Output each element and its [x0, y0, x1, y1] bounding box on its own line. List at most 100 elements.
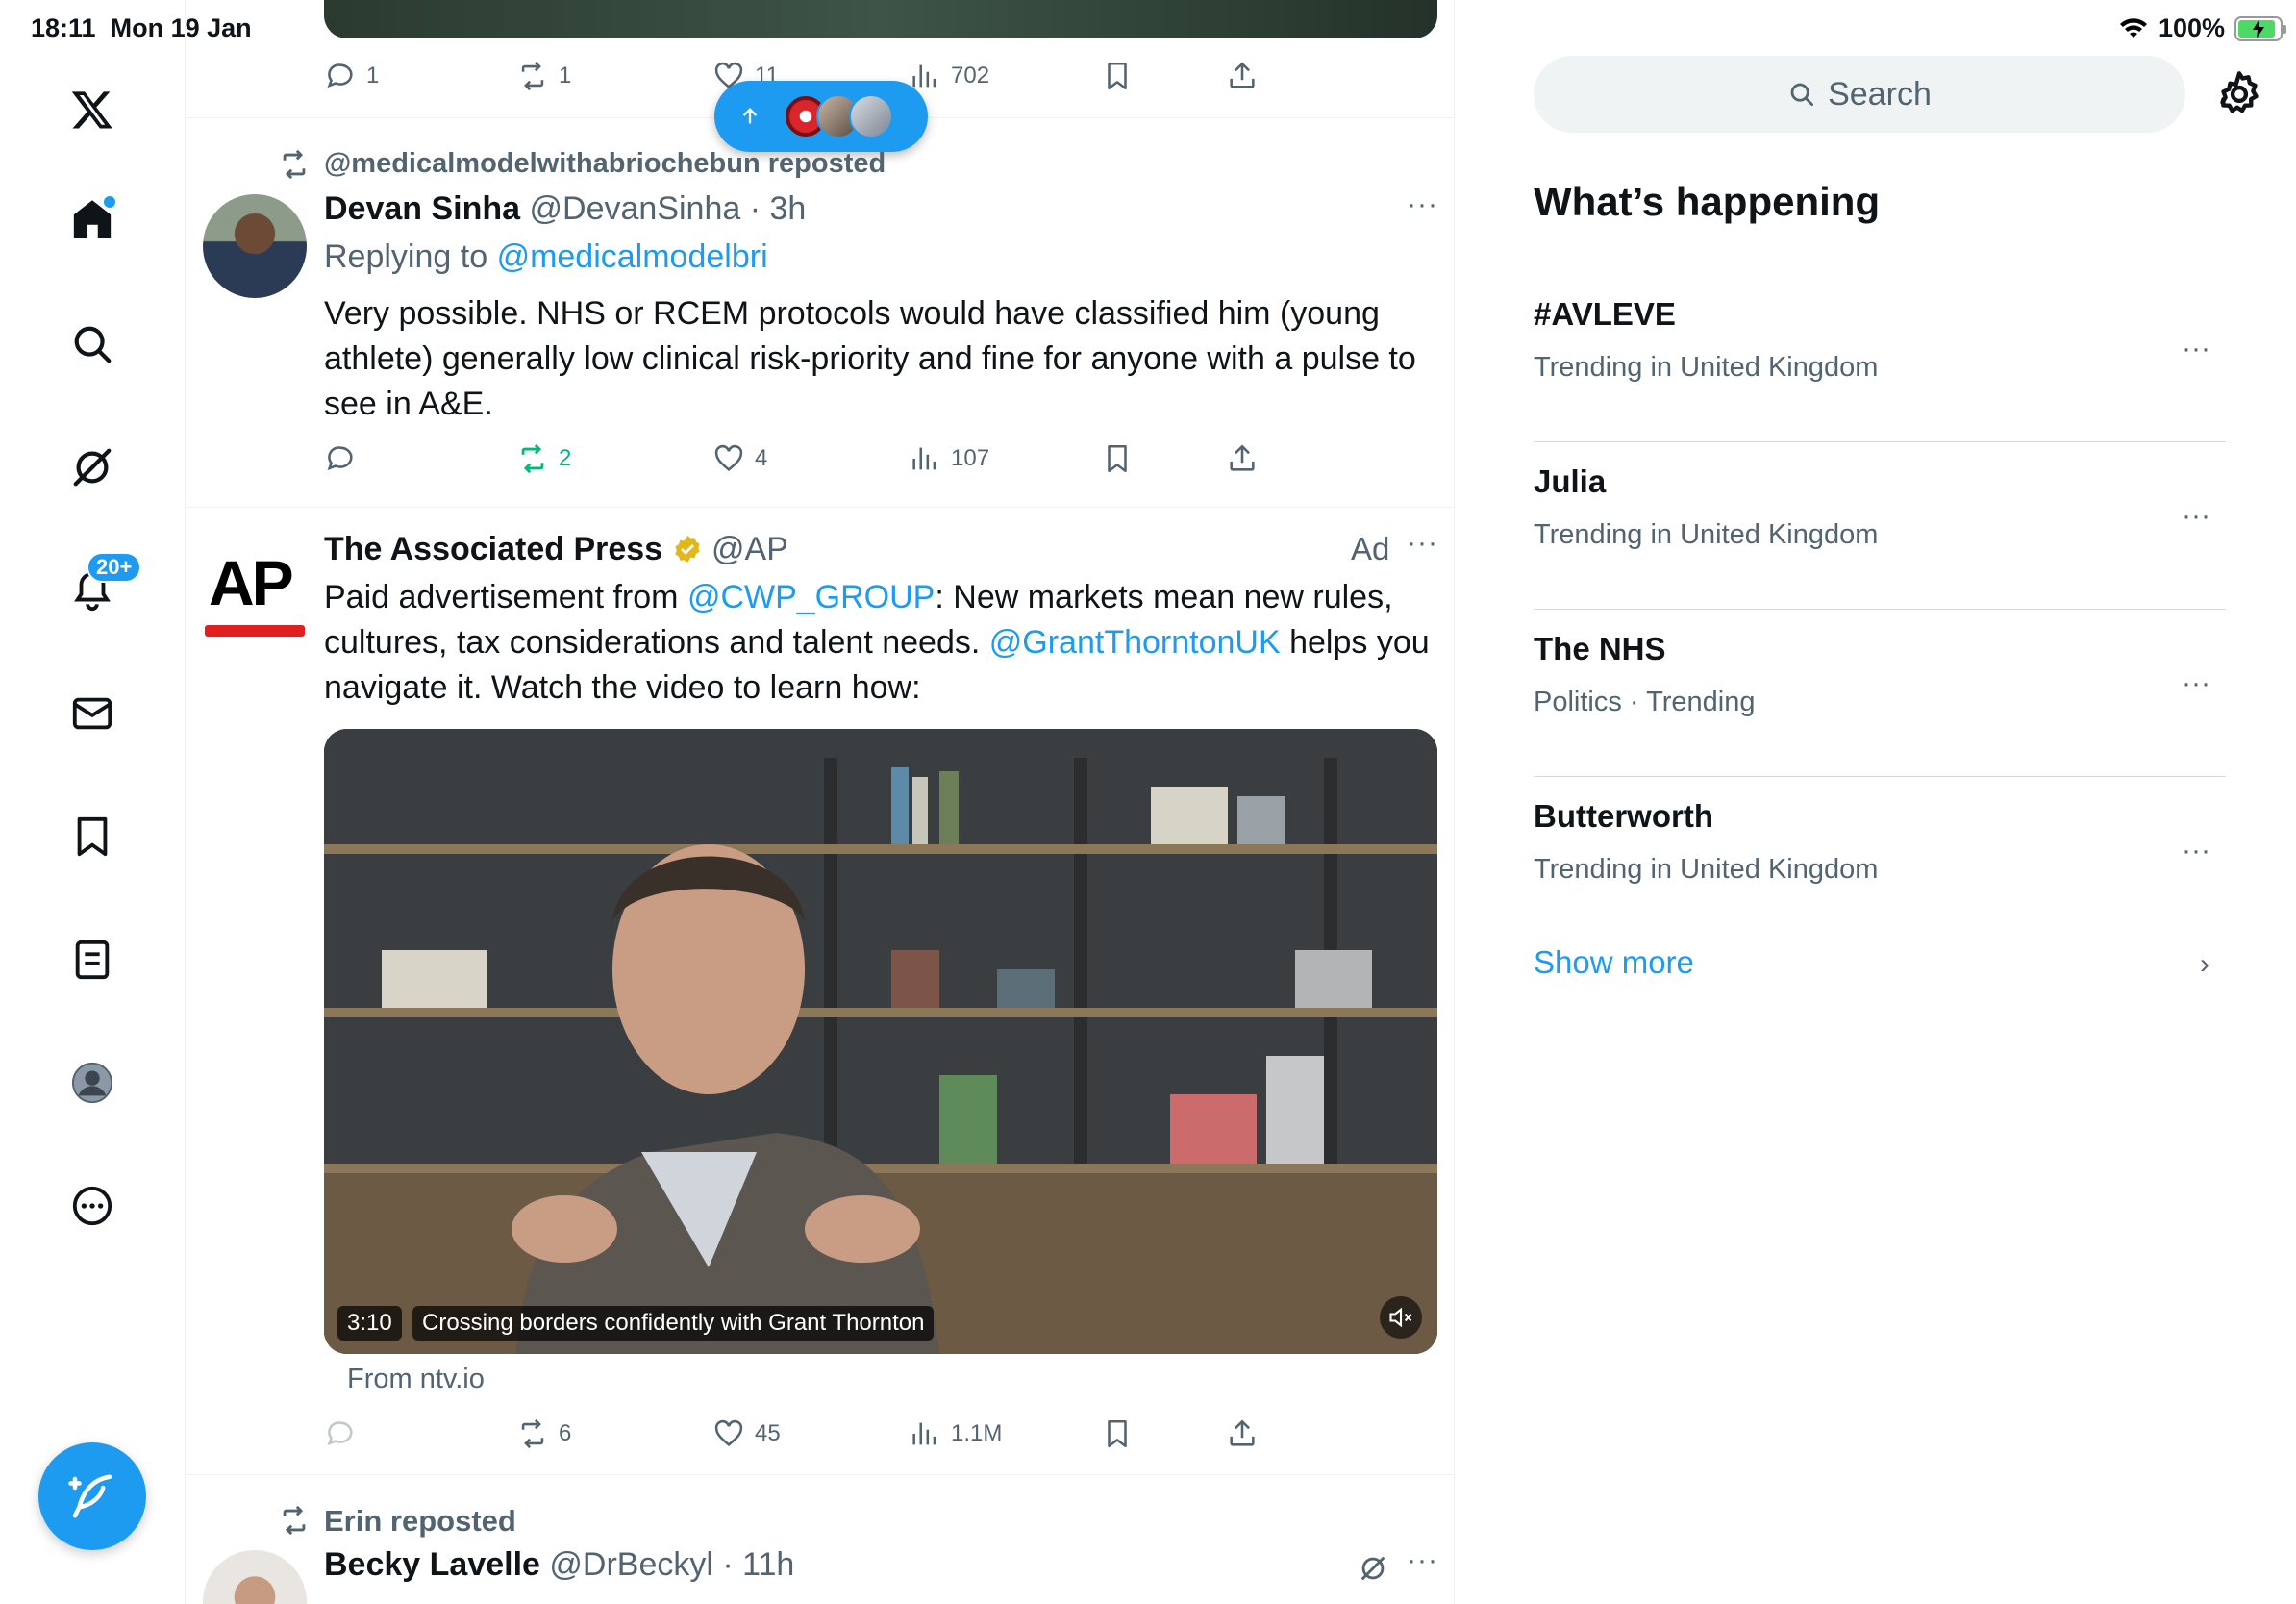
reply-count: 1	[366, 63, 380, 88]
author-name[interactable]: The Associated Press	[324, 531, 662, 567]
trend-more-icon[interactable]: ···	[2182, 333, 2210, 365]
replying-to-label: Replying to	[324, 238, 488, 275]
bookmark-button[interactable]	[1101, 60, 1134, 92]
post-text-line: cultures, tax considerations and talent …	[324, 620, 1430, 665]
trend-item[interactable]: Butterworth Trending in United Kingdom ·…	[1534, 777, 2226, 892]
more-options-icon[interactable]: ···	[1407, 188, 1438, 221]
show-more-link[interactable]: Show more	[1534, 944, 1694, 981]
views-icon	[912, 1422, 936, 1445]
trend-more-icon[interactable]: ···	[2182, 667, 2210, 700]
bookmark-icon	[1108, 444, 1127, 473]
more-options-icon[interactable]: ···	[1407, 1544, 1438, 1577]
repost-icon	[521, 61, 544, 91]
home-icon[interactable]	[65, 192, 119, 246]
author-handle[interactable]: @DevanSinha	[530, 190, 741, 227]
right-sidebar: Search What’s happening #AVLEVE Trending…	[1455, 0, 2296, 1604]
home-unread-dot	[104, 196, 115, 208]
post-text-line: Very possible. NHS or RCEM protocols wou…	[324, 295, 1380, 332]
author-handle[interactable]: @DrBeckyl	[549, 1546, 713, 1583]
bookmark-icon	[1108, 62, 1127, 90]
profile-avatar-icon[interactable]	[65, 1056, 119, 1110]
verified-badge-icon	[674, 536, 700, 563]
share-button[interactable]	[1226, 1417, 1259, 1450]
reply-button[interactable]	[324, 1417, 357, 1450]
replying-to-link[interactable]: @medicalmodelbri	[497, 238, 768, 275]
repost-count: 1	[559, 63, 572, 88]
views-button[interactable]: 702	[909, 60, 989, 92]
trend-meta: Trending in United Kingdom	[1534, 519, 1879, 550]
more-icon[interactable]	[65, 1179, 119, 1233]
reply-button[interactable]: 1	[324, 60, 379, 92]
heart-icon	[714, 1419, 743, 1446]
repost-label[interactable]: Erin reposted	[324, 1504, 516, 1539]
reply-button[interactable]	[324, 442, 357, 475]
repost-button[interactable]: 2	[516, 442, 571, 475]
avatar[interactable]	[203, 1550, 307, 1604]
trend-name: Julia	[1534, 464, 1607, 499]
trend-more-icon[interactable]: ···	[2182, 835, 2210, 867]
trend-item[interactable]: The NHS Politics · Trending ···	[1534, 610, 2226, 777]
mention-link[interactable]: @CWP_GROUP	[687, 579, 935, 615]
reply-icon	[327, 63, 353, 88]
lists-icon[interactable]	[65, 933, 119, 987]
grok-icon[interactable]	[1357, 1552, 1389, 1585]
view-count: 1.1M	[951, 1420, 1003, 1446]
bookmark-icon	[1108, 1419, 1127, 1448]
ap-logo[interactable]: AP	[203, 546, 307, 639]
video-player[interactable]: 3:10 Crossing borders confidently with G…	[324, 729, 1437, 1354]
repost-button[interactable]: 6	[516, 1417, 571, 1450]
notifications-badge: 20+	[87, 552, 142, 583]
trend-meta: Trending in United Kingdom	[1534, 352, 1879, 383]
x-logo-icon[interactable]	[65, 83, 119, 137]
grok-icon[interactable]	[65, 440, 119, 494]
mention-link[interactable]: @GrantThorntonUK	[989, 624, 1281, 661]
share-button[interactable]	[1226, 442, 1259, 475]
reply-icon	[327, 446, 353, 471]
author-name[interactable]: Becky Lavelle	[324, 1546, 540, 1583]
author-name[interactable]: Devan Sinha	[324, 190, 520, 227]
share-button[interactable]	[1226, 60, 1259, 92]
new-posts-pill[interactable]	[714, 81, 928, 152]
ap-logo-text: AP	[209, 547, 294, 618]
notifications-icon[interactable]: 20+	[65, 552, 142, 617]
more-options-icon[interactable]: ···	[1407, 527, 1438, 560]
repost-count: 2	[559, 445, 572, 471]
bookmark-button[interactable]	[1101, 442, 1134, 475]
repost-label[interactable]: @medicalmodelwithabriochebun reposted	[324, 148, 886, 180]
video-thumbnail	[324, 729, 1437, 1354]
like-button[interactable]: 45	[712, 1417, 781, 1450]
mute-button[interactable]	[1380, 1296, 1422, 1339]
ad-label: Ad	[1351, 531, 1390, 566]
post-separator	[186, 1474, 1454, 1475]
post-time[interactable]: 3h	[770, 190, 807, 227]
previous-post-media[interactable]	[324, 0, 1437, 38]
trend-name: Butterworth	[1534, 798, 1713, 834]
search-icon	[1790, 83, 1814, 106]
compose-post-button[interactable]	[38, 1442, 146, 1550]
left-nav: 20+	[0, 0, 186, 1604]
like-button[interactable]: 4	[712, 442, 767, 475]
search-input[interactable]: Search	[1534, 56, 2185, 133]
bookmark-button[interactable]	[1101, 1417, 1134, 1450]
bookmarks-icon[interactable]	[65, 810, 119, 864]
avatar[interactable]	[203, 194, 307, 298]
like-count: 45	[755, 1420, 781, 1446]
heart-icon	[714, 444, 743, 471]
settings-gear-icon[interactable]	[2214, 69, 2264, 119]
ad-source[interactable]: From ntv.io	[347, 1364, 485, 1395]
trend-more-icon[interactable]: ···	[2182, 500, 2210, 533]
trend-item[interactable]: Julia Trending in United Kingdom ···	[1534, 442, 2226, 610]
new-post-avatar	[849, 94, 893, 138]
views-button[interactable]: 1.1M	[909, 1417, 1002, 1450]
reply-icon	[327, 1421, 353, 1446]
timeline: 1 1 11 702 @medicalmodelwithabriochebun …	[186, 0, 1455, 1604]
author-handle[interactable]: @AP	[711, 531, 788, 567]
repost-button[interactable]: 1	[516, 60, 571, 92]
repost-icon	[521, 443, 544, 474]
trend-item[interactable]: #AVLEVE Trending in United Kingdom ···	[1534, 275, 2226, 442]
post-time[interactable]: 11h	[742, 1546, 794, 1583]
video-title: Crossing borders confidently with Grant …	[412, 1306, 935, 1341]
search-icon[interactable]	[65, 317, 119, 371]
messages-icon[interactable]	[65, 687, 119, 740]
views-button[interactable]: 107	[909, 442, 989, 475]
